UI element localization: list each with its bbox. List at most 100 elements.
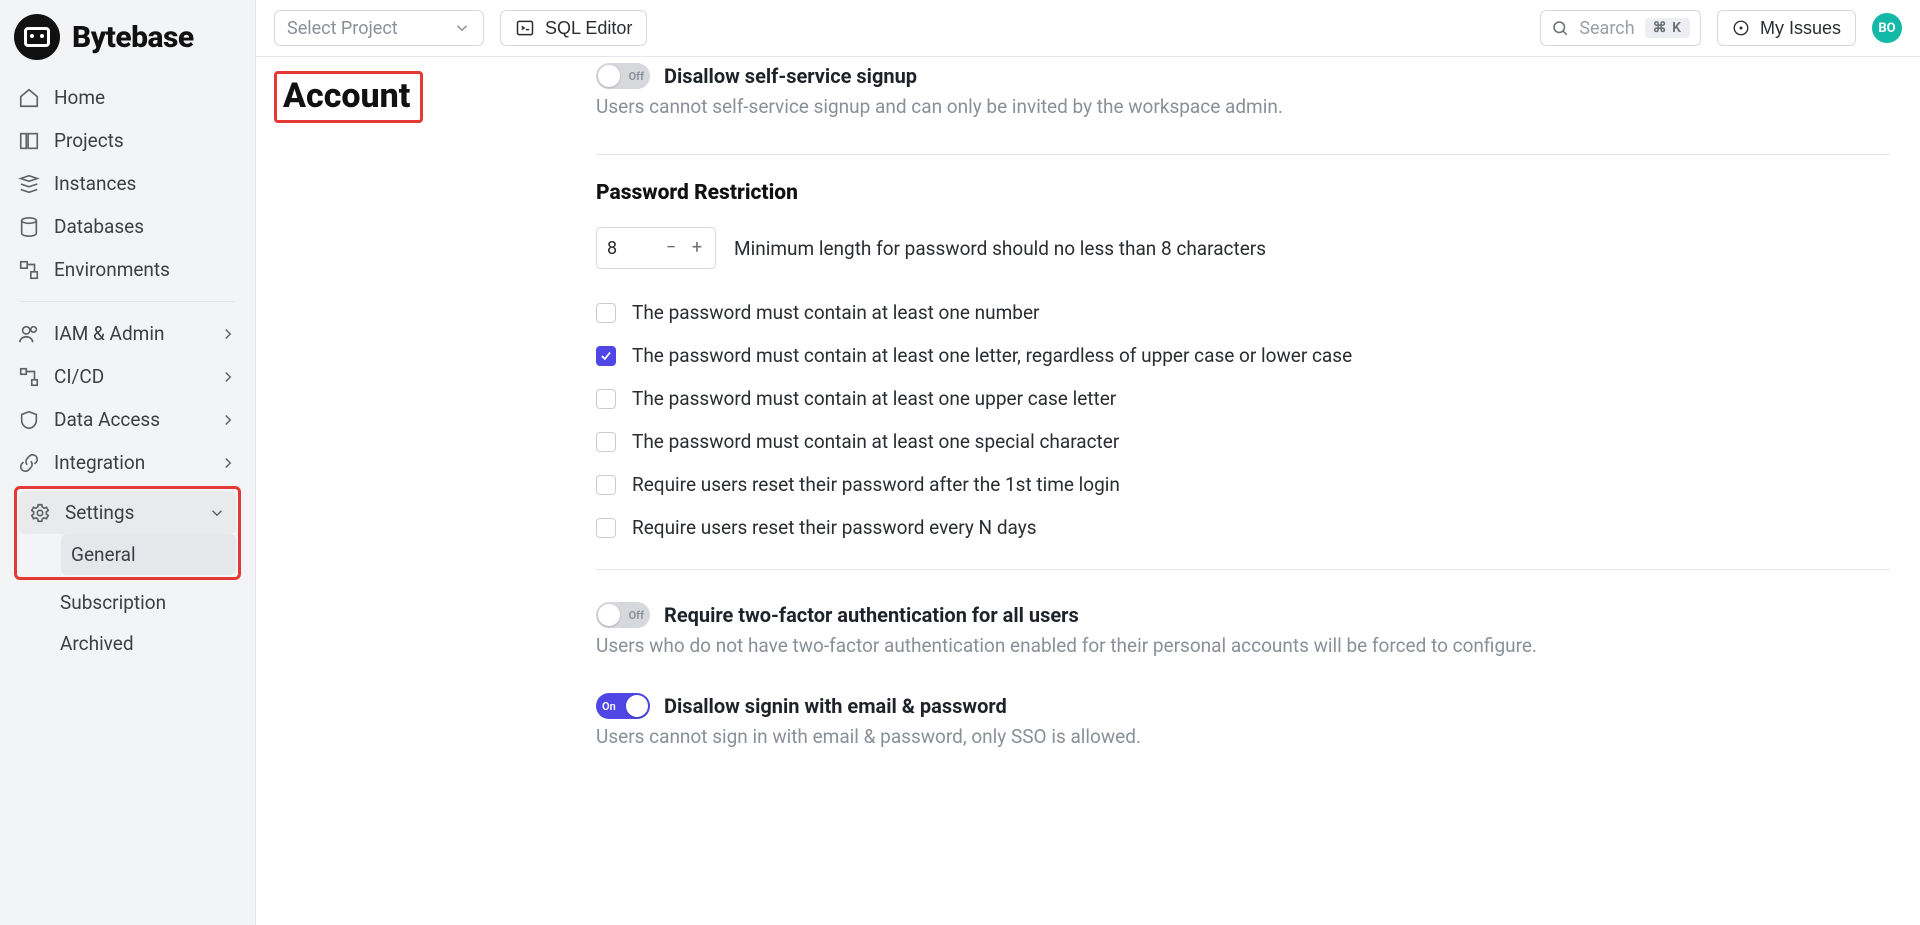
content: Account Off Disallow self-service signup…	[256, 57, 1920, 925]
chevron-right-icon	[219, 368, 237, 386]
sidebar-item-integration[interactable]: Integration	[8, 441, 247, 484]
toggle-label: Off	[629, 609, 644, 622]
toggle-knob	[598, 65, 620, 87]
project-selector-label: Select Project	[287, 18, 398, 39]
sidebar-subitem-archived[interactable]: Archived	[50, 623, 247, 664]
sidebar-item-label: Environments	[54, 258, 170, 281]
setting-title: Require two-factor authentication for al…	[664, 603, 1079, 627]
project-selector[interactable]: Select Project	[274, 10, 484, 46]
sidebar-item-environments[interactable]: Environments	[8, 248, 247, 291]
toggle-disallow-signup[interactable]: Off	[596, 63, 650, 89]
chevron-down-icon	[208, 504, 226, 522]
toggle-knob	[598, 604, 620, 626]
toggle-require-2fa[interactable]: Off	[596, 602, 650, 628]
nav-divider	[20, 301, 235, 302]
checkbox[interactable]	[596, 389, 616, 409]
settings-subnav: General	[19, 534, 236, 575]
sidebar-item-label: Integration	[54, 451, 145, 474]
setting-desc: Users cannot sign in with email & passwo…	[596, 725, 1890, 748]
sidebar-item-label: Instances	[54, 172, 136, 195]
page-title: Account	[283, 76, 410, 116]
database-icon	[18, 216, 40, 238]
chevron-right-icon	[219, 454, 237, 472]
brand-name: Bytebase	[72, 20, 194, 55]
checkbox-label: The password must contain at least one l…	[632, 344, 1352, 367]
setting-desc: Users who do not have two-factor authent…	[596, 634, 1890, 657]
password-checks: The password must contain at least one n…	[596, 291, 1890, 549]
setting-disallow-signup: Off Disallow self-service signup Users c…	[596, 57, 1890, 134]
issue-icon	[1732, 19, 1750, 37]
logo-icon	[14, 14, 60, 60]
sidebar: Bytebase Home Projects Instances Databas…	[0, 0, 256, 925]
setting-require-2fa: Off Require two-factor authentication fo…	[596, 596, 1890, 673]
checkbox-label: The password must contain at least one n…	[632, 301, 1040, 324]
sidebar-item-label: Data Access	[54, 408, 160, 431]
annotation-highlight-title: Account	[274, 71, 423, 123]
gear-icon	[29, 502, 51, 524]
password-check-row: The password must contain at least one u…	[596, 377, 1890, 420]
my-issues-label: My Issues	[1760, 18, 1841, 39]
checkbox-label: Require users reset their password every…	[632, 516, 1037, 539]
sidebar-subitem-general[interactable]: General	[61, 534, 236, 575]
sql-editor-button[interactable]: SQL Editor	[500, 10, 647, 46]
sidebar-item-label: IAM & Admin	[54, 322, 164, 345]
content-right: Off Disallow self-service signup Users c…	[596, 57, 1920, 925]
password-check-row: The password must contain at least one s…	[596, 420, 1890, 463]
search-box[interactable]: Search ⌘ K	[1540, 10, 1701, 46]
sidebar-item-projects[interactable]: Projects	[8, 119, 247, 162]
search-icon	[1551, 19, 1569, 37]
stepper: − +	[663, 240, 705, 256]
decrement-button[interactable]: −	[663, 240, 679, 256]
increment-button[interactable]: +	[689, 240, 705, 256]
chevron-right-icon	[219, 325, 237, 343]
sidebar-item-label: CI/CD	[54, 365, 104, 388]
min-length-desc: Minimum length for password should no le…	[734, 237, 1266, 260]
min-length-row: 8 − + Minimum length for password should…	[596, 227, 1890, 269]
sidebar-item-data-access[interactable]: Data Access	[8, 398, 247, 441]
password-check-row: Require users reset their password every…	[596, 506, 1890, 549]
checkbox-label: The password must contain at least one s…	[632, 430, 1119, 453]
avatar[interactable]: BO	[1872, 13, 1902, 43]
users-icon	[18, 323, 40, 345]
min-length-input[interactable]: 8 − +	[596, 227, 716, 269]
sidebar-item-label: Databases	[54, 215, 144, 238]
nav-primary: Home Projects Instances Databases Enviro…	[0, 70, 255, 670]
content-left: Account	[256, 57, 596, 925]
terminal-icon	[515, 18, 535, 38]
checkbox[interactable]	[596, 346, 616, 366]
settings-subnav-rest: Subscription Archived	[8, 582, 247, 664]
topbar: Select Project SQL Editor Search ⌘ K My …	[256, 0, 1920, 57]
checkbox[interactable]	[596, 303, 616, 323]
password-section-title: Password Restriction	[596, 181, 1890, 205]
password-check-row: The password must contain at least one l…	[596, 334, 1890, 377]
logo[interactable]: Bytebase	[0, 0, 255, 70]
sql-editor-label: SQL Editor	[545, 18, 632, 39]
checkbox[interactable]	[596, 518, 616, 538]
setting-title: Disallow signin with email & password	[664, 694, 1007, 718]
setting-disallow-signin: On Disallow signin with email & password…	[596, 687, 1890, 764]
projects-icon	[18, 130, 40, 152]
toggle-disallow-signin[interactable]: On	[596, 693, 650, 719]
sidebar-item-settings[interactable]: Settings	[19, 491, 236, 534]
sidebar-item-cicd[interactable]: CI/CD	[8, 355, 247, 398]
password-check-row: Require users reset their password after…	[596, 463, 1890, 506]
sidebar-item-iam-admin[interactable]: IAM & Admin	[8, 312, 247, 355]
checkbox[interactable]	[596, 432, 616, 452]
checkbox[interactable]	[596, 475, 616, 495]
sidebar-item-label: Home	[54, 86, 105, 109]
toggle-label: Off	[629, 70, 644, 83]
link-icon	[18, 452, 40, 474]
sidebar-item-home[interactable]: Home	[8, 76, 247, 119]
sidebar-subitem-subscription[interactable]: Subscription	[50, 582, 247, 623]
divider	[596, 154, 1890, 155]
shield-icon	[18, 409, 40, 431]
sidebar-item-databases[interactable]: Databases	[8, 205, 247, 248]
chevron-right-icon	[219, 411, 237, 429]
setting-title: Disallow self-service signup	[664, 64, 917, 88]
sidebar-item-label: Settings	[65, 501, 134, 524]
min-length-value: 8	[607, 238, 617, 259]
toggle-knob	[626, 695, 648, 717]
environments-icon	[18, 259, 40, 281]
sidebar-item-instances[interactable]: Instances	[8, 162, 247, 205]
my-issues-button[interactable]: My Issues	[1717, 10, 1856, 46]
